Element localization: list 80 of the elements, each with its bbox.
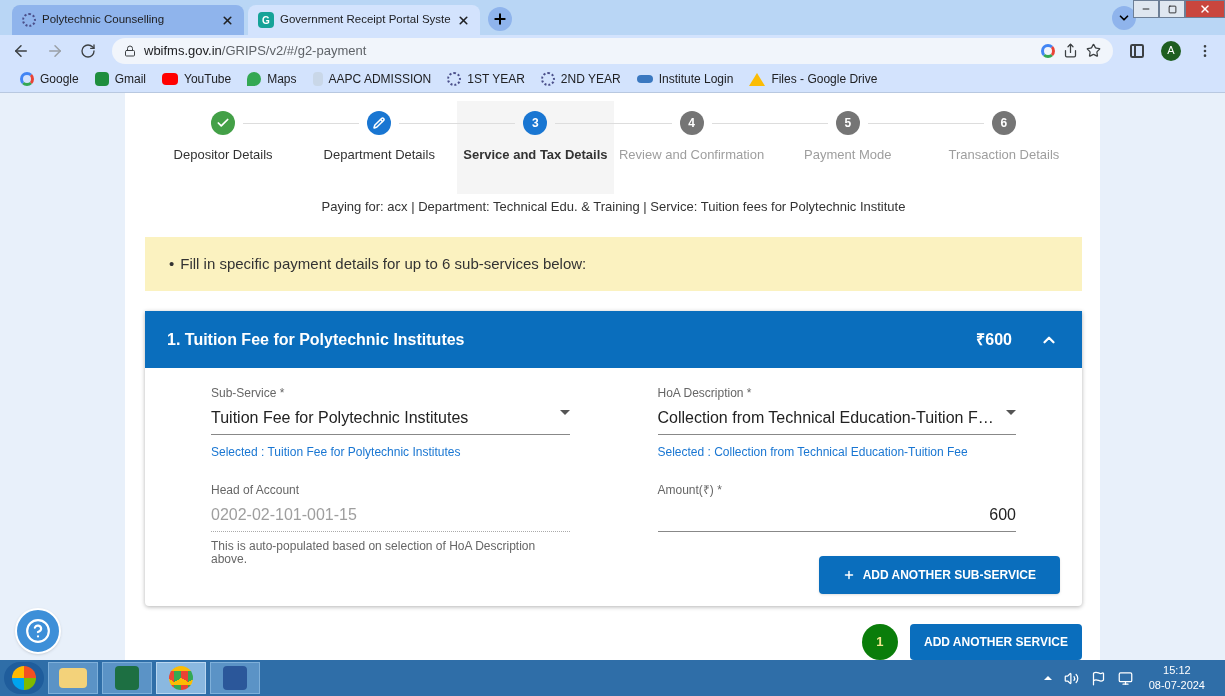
step-number: 6 [991,111,1016,135]
bookmark-link[interactable]: Files - Google Drive [771,70,878,88]
service-count-badge: 1 [861,624,898,660]
letter-logo-icon: G [258,12,274,28]
step-label: Service and Tax Details [463,146,608,164]
profile-avatar[interactable]: A [1161,40,1181,61]
maximize-button[interactable] [1159,0,1185,18]
reload-icon[interactable] [80,42,96,59]
selected-note: Selected : Collection from Technical Education-Tuition Fee [657,444,969,461]
side-panel-icon[interactable] [1129,42,1145,59]
step-label: Depositor Details [173,146,273,164]
stepper-step[interactable]: Depositor Details [145,101,302,194]
bookmark-link[interactable]: AAPC ADMISSION [328,70,432,88]
close-icon[interactable] [457,13,470,27]
bookmark-link[interactable]: Maps [267,70,297,88]
hoa-select[interactable]: HoA Description * Collection from Technical Education-Tuition F… [657,384,1016,435]
maximize-icon [1167,4,1177,14]
amount-field[interactable]: Amount(₹) * 600 [657,481,1016,532]
help-icon [25,618,51,644]
close-icon[interactable] [221,13,234,27]
step-label: Department Details [323,146,435,164]
step-done-icon [211,111,236,135]
step-edit-icon [367,111,392,135]
flag-icon[interactable] [1090,670,1106,686]
plus-icon [492,11,508,27]
tab-search-button[interactable] [1112,6,1136,30]
browser-tab[interactable]: Polytechnic Counselling [12,5,244,35]
google-logo-icon [20,72,34,86]
sub-service-select[interactable]: Sub-Service * Tuition Fee for Polytechnic Institutes [211,384,570,435]
selected-note: Selected : Tuition Fee for Polytechnic Institutes [211,444,462,461]
start-button[interactable] [4,662,44,694]
browser-tab[interactable]: G Government Receipt Portal Syste [248,5,480,35]
share-icon[interactable] [1063,43,1078,58]
spreadsheet-taskbar-icon[interactable] [102,662,152,694]
lock-icon [124,44,136,57]
plus-icon [842,569,855,581]
service-amount: ₹600 [976,329,1012,350]
step-number: 4 [679,111,704,135]
address-bar[interactable]: wbifms.gov.in/GRIPS/v2/#/g2-payment [112,37,1113,64]
close-button[interactable] [1185,0,1225,18]
map-pin-icon [247,72,262,86]
tab-title: Government Receipt Portal Syste [280,12,451,28]
bookmark-link[interactable]: YouTube [184,70,232,88]
step-number: 3 [523,111,548,135]
step-label: Transaction Details [948,146,1060,164]
bullet: • [169,253,175,274]
network-icon[interactable] [1117,670,1133,686]
document-taskbar-icon[interactable] [210,662,260,694]
tray-arrow-icon[interactable] [1043,676,1052,680]
volume-icon[interactable] [1063,670,1079,686]
step-number: 5 [835,111,860,135]
tab-title: Polytechnic Counselling [42,12,166,28]
new-tab-button[interactable] [488,7,512,31]
stepper-step[interactable]: Department Details [301,101,458,194]
close-icon [1199,3,1211,15]
step-label: Review and Confirmation [619,146,765,164]
bookmark-link[interactable]: Gmail [114,70,147,88]
notice-text: Fill in specific payment details for up to 6 sub-services below: [180,253,587,274]
bookmark-link[interactable]: Google [40,70,79,88]
paying-for-text: Paying for: acx | Department: Technical Edu. & Training | Service: Tuition fees for Polytechnic Institute [321,198,906,216]
bookmark-link[interactable]: 1ST YEAR [467,70,525,88]
help-button[interactable] [15,608,61,654]
bookmark-star-icon[interactable] [1086,43,1101,58]
clock[interactable]: 15:12 08-07-2024 [1148,663,1205,693]
emblem-icon [447,72,462,86]
service-title: 1. Tuition Fee for Polytechnic Institutes [167,329,466,350]
google-logo-icon [1041,43,1055,58]
emblem-icon [22,13,36,27]
add-sub-service-button[interactable]: ADD ANOTHER SUB-SERVICE [818,556,1060,594]
bookmark-link[interactable]: Institute Login [658,70,734,88]
hint-text: This is auto-populated based on selection of HoA Description above. [211,540,537,566]
browser-taskbar-icon[interactable] [156,662,206,694]
service-header[interactable]: 1. Tuition Fee for Polytechnic Institutes ₹600 [145,311,1082,368]
step-label: Payment Mode [804,146,892,164]
bookmark-link[interactable]: 2ND YEAR [560,70,621,88]
stepper-step[interactable]: 3 Service and Tax Details [457,101,614,194]
emblem-icon [540,72,555,86]
url-text: wbifms.gov.in/GRIPS/v2/#/g2-payment [144,41,368,60]
add-service-button[interactable]: ADD ANOTHER SERVICE [909,624,1082,660]
head-of-account-field: Head of Account 0202-02-101-001-15 [211,481,570,532]
